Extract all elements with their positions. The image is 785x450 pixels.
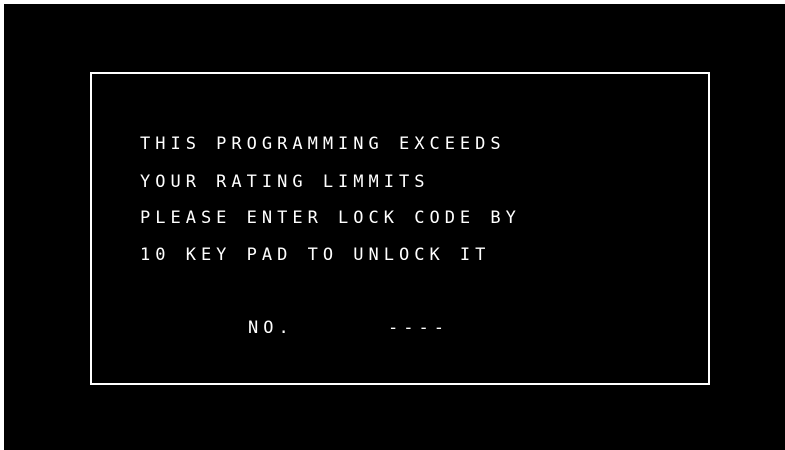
message-line-4: 10 KEY PAD TO UNLOCK IT [140,245,491,265]
lock-code-input[interactable]: ---- [388,318,449,338]
message-line-2: YOUR RATING LIMMITS [140,172,430,192]
lock-code-label: NO. [248,318,294,338]
message-line-1: THIS PROGRAMMING EXCEEDS [140,134,506,154]
parental-lock-dialog [90,72,710,385]
message-line-3: PLEASE ENTER LOCK CODE BY [140,208,521,228]
